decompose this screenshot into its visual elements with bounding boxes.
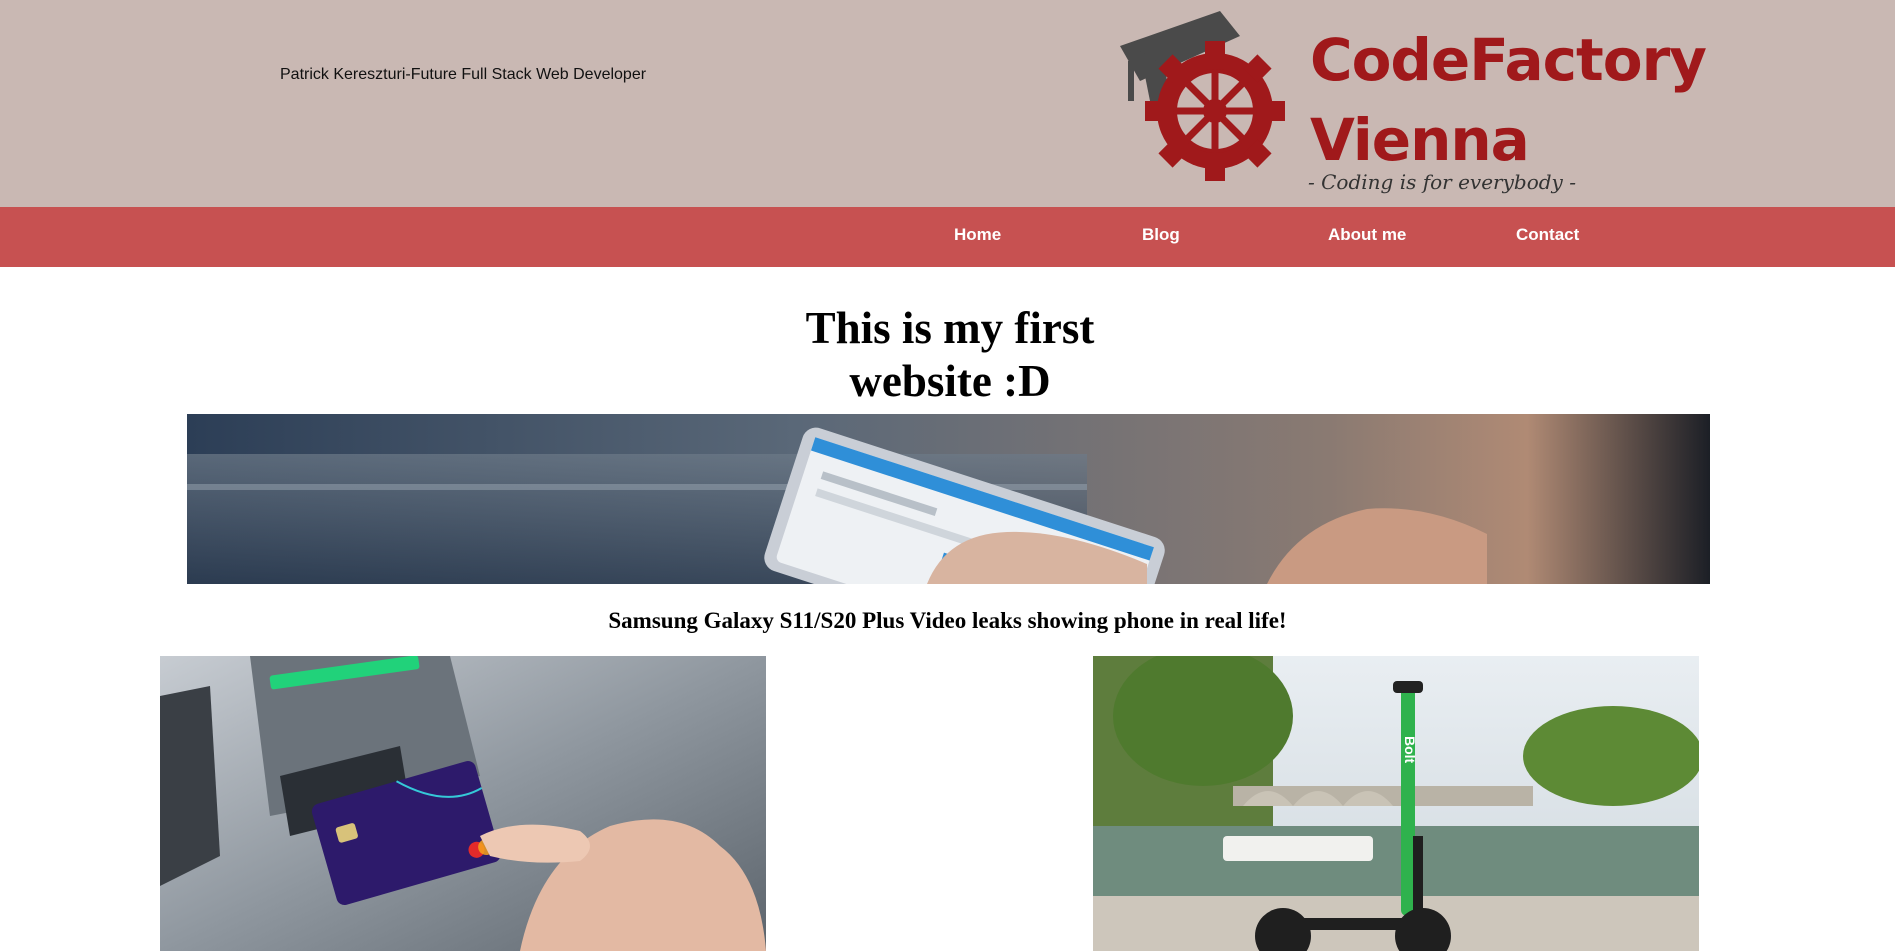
card-in-atm-photo-icon	[160, 656, 766, 951]
page-title: This is my first website :D	[770, 302, 1130, 408]
scooter-brand: Bolt	[1402, 736, 1418, 764]
bolt-scooter-photo-icon: Bolt	[1093, 656, 1699, 951]
logo-tagline: - Coding is for everybody -	[1308, 170, 1576, 194]
author-tagline: Patrick Kereszturi-Future Full Stack Web…	[280, 66, 647, 83]
page-title-line-1: This is my first	[805, 303, 1095, 353]
nav-blog-link[interactable]: Blog	[1142, 225, 1180, 245]
scooter-image: Bolt	[1093, 656, 1699, 951]
site-header: Patrick Kereszturi-Future Full Stack Web…	[0, 0, 1895, 207]
logo-wordmark: CodeFactory Vienna	[1310, 20, 1707, 180]
logo-line-1: CodeFactory	[1310, 26, 1707, 94]
gear-icon	[1145, 41, 1285, 181]
nav-contact-link[interactable]: Contact	[1516, 225, 1579, 245]
banner-image	[187, 414, 1710, 584]
main-navigation: Home Blog About me Contact	[0, 207, 1895, 267]
banner-caption: Samsung Galaxy S11/S20 Plus Video leaks …	[608, 608, 1287, 633]
atm-card-image	[160, 656, 766, 951]
nav-about-link[interactable]: About me	[1328, 225, 1406, 245]
logo-line-2: Vienna	[1310, 106, 1530, 174]
nav-home-link[interactable]: Home	[954, 225, 1001, 245]
page-title-line-2: website :D	[849, 356, 1051, 406]
tablet-in-hands-photo-icon	[187, 414, 1710, 584]
